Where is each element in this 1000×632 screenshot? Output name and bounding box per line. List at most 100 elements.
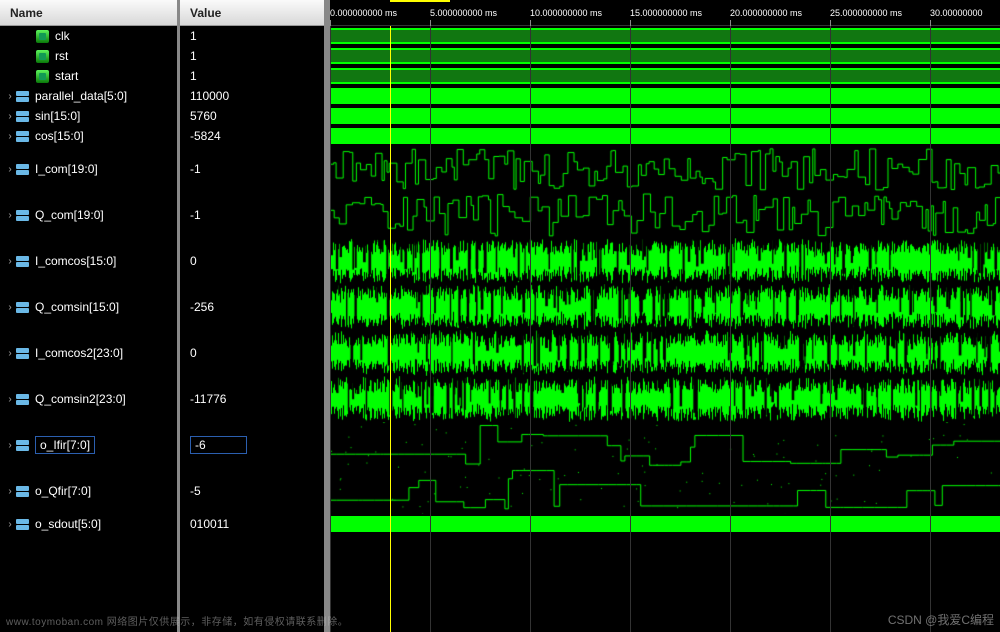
expand-icon[interactable]: › <box>4 394 16 405</box>
signal-name-row[interactable]: › parallel_data[5:0] <box>0 86 177 106</box>
bus-signal-icon <box>16 439 29 452</box>
expand-icon[interactable]: › <box>4 519 16 530</box>
signal-value-row[interactable]: -11776 <box>180 376 324 422</box>
signal-name-row[interactable]: start <box>0 66 177 86</box>
signal-value-label: 010011 <box>190 517 229 531</box>
expand-icon[interactable]: › <box>4 440 16 451</box>
signal-value-label: -6 <box>195 438 206 452</box>
expand-icon[interactable]: › <box>4 302 16 313</box>
signal-value-row[interactable]: 1 <box>180 66 324 86</box>
ruler-tick-label: 30.00000000 <box>930 8 983 18</box>
signal-value-row[interactable]: -6 <box>180 422 324 468</box>
signal-value-label: 1 <box>190 69 197 83</box>
watermark-right: CSDN @我爱C编程 <box>888 611 994 628</box>
expand-icon[interactable]: › <box>4 131 16 142</box>
waveform-panel[interactable]: 0.000000000 ms 5.000000000 ms 10.000000000… <box>330 0 1000 632</box>
signal-value-row[interactable]: 010011 <box>180 514 324 534</box>
signal-value-row[interactable]: -1 <box>180 146 324 192</box>
ruler-tick-label: 25.000000000 ms <box>830 8 902 18</box>
signal-value-row[interactable]: 1 <box>180 46 324 66</box>
bus-signal-icon <box>16 347 29 360</box>
bit-signal-icon <box>36 50 49 63</box>
signal-value-row[interactable]: 0 <box>180 238 324 284</box>
signal-value-label: -1 <box>190 208 201 222</box>
grid-line <box>730 26 731 632</box>
ruler-tick-label: 15.000000000 ms <box>630 8 702 18</box>
signal-name-row[interactable]: › sin[15:0] <box>0 106 177 126</box>
waveform-rows[interactable] <box>330 26 1000 632</box>
bus-signal-icon <box>16 485 29 498</box>
signal-value-label: 110000 <box>190 89 229 103</box>
grid-line <box>830 26 831 632</box>
expand-icon[interactable]: › <box>4 91 16 102</box>
signal-name-label: Q_comsin2[23:0] <box>35 392 126 406</box>
signal-name-row[interactable]: rst <box>0 46 177 66</box>
expand-icon[interactable]: › <box>4 348 16 359</box>
expand-icon[interactable]: › <box>4 486 16 497</box>
signal-name-label: start <box>55 69 78 83</box>
signal-name-label: o_sdout[5:0] <box>35 517 101 531</box>
expand-icon[interactable]: › <box>4 210 16 221</box>
expand-icon[interactable]: › <box>4 111 16 122</box>
signal-value-row[interactable]: -5 <box>180 468 324 514</box>
signal-name-label: Q_com[19:0] <box>35 208 104 222</box>
signal-name-row[interactable]: clk <box>0 26 177 46</box>
signal-name-row[interactable]: › I_com[19:0] <box>0 146 177 192</box>
signal-name-label: I_com[19:0] <box>35 162 98 176</box>
signal-name-row[interactable]: ›I_comcos2[23:0] <box>0 330 177 376</box>
ruler-tick-label: 5.000000000 ms <box>430 8 497 18</box>
bus-signal-icon <box>16 301 29 314</box>
ruler-tick-label: 10.000000000 ms <box>530 8 602 18</box>
signal-name-row[interactable]: › I_comcos[15:0] <box>0 238 177 284</box>
bus-signal-icon <box>16 163 29 176</box>
signal-name-label: clk <box>55 29 70 43</box>
time-cursor[interactable] <box>390 26 391 632</box>
signal-name-row[interactable]: › o_Ifir[7:0] <box>0 422 177 468</box>
signal-value-label: 1 <box>190 29 197 43</box>
signal-name-row[interactable]: ›o_Qfir[7:0] <box>0 468 177 514</box>
signal-value-label: 0 <box>190 254 197 268</box>
ruler-tick-label: 20.000000000 ms <box>730 8 802 18</box>
ruler-tick-label: 0.000000000 ms <box>330 8 397 18</box>
bit-signal-icon <box>36 30 49 43</box>
bus-signal-icon <box>16 393 29 406</box>
signal-name-row[interactable]: ›Q_comsin[15:0] <box>0 284 177 330</box>
signal-name-label: I_comcos[15:0] <box>35 254 116 268</box>
signal-value-row[interactable]: 5760 <box>180 106 324 126</box>
name-rows: clk rst start › parallel_data[5:0] › sin[15:0]… <box>0 26 177 632</box>
signal-name-row[interactable]: › Q_comsin2[23:0] <box>0 376 177 422</box>
signal-name-row[interactable]: › o_sdout[5:0] <box>0 514 177 534</box>
signal-name-label: cos[15:0] <box>35 129 84 143</box>
signal-name-label: rst <box>55 49 68 63</box>
signal-value-row[interactable]: 1 <box>180 26 324 46</box>
signal-value-label: 5760 <box>190 109 217 123</box>
time-ruler[interactable]: 0.000000000 ms 5.000000000 ms 10.000000000… <box>330 0 1000 26</box>
bus-signal-icon <box>16 110 29 123</box>
signal-value-label: -11776 <box>190 392 226 406</box>
signal-name-label: parallel_data[5:0] <box>35 89 127 103</box>
signal-name-row[interactable]: › cos[15:0] <box>0 126 177 146</box>
expand-icon[interactable]: › <box>4 164 16 175</box>
name-panel: Name clk rst start › parallel_data[5:0] › sin[… <box>0 0 180 632</box>
signal-value-label: -5 <box>190 484 201 498</box>
signal-value-row[interactable]: -256 <box>180 284 324 330</box>
bus-signal-icon <box>16 255 29 268</box>
signal-value-row[interactable]: 110000 <box>180 86 324 106</box>
grid-line <box>330 26 331 632</box>
watermark-left: www.toymoban.com 网络图片仅供展示，非存储，如有侵权请联系删除。 <box>6 613 348 628</box>
signal-name-row[interactable]: › Q_com[19:0] <box>0 192 177 238</box>
signal-value-row[interactable]: -1 <box>180 192 324 238</box>
value-panel: Value 1111100005760-5824-1-10-2560-11776… <box>180 0 330 632</box>
name-header: Name <box>0 0 177 26</box>
signal-value-row[interactable]: -5824 <box>180 126 324 146</box>
bus-signal-icon <box>16 209 29 222</box>
bit-signal-icon <box>36 70 49 83</box>
expand-icon[interactable]: › <box>4 256 16 267</box>
signal-value-row[interactable]: 0 <box>180 330 324 376</box>
grid-line <box>630 26 631 632</box>
grid-line <box>430 26 431 632</box>
signal-name-label: o_Ifir[7:0] <box>40 438 90 452</box>
bus-signal-icon <box>16 130 29 143</box>
signal-name-label: sin[15:0] <box>35 109 80 123</box>
signal-value-label: 0 <box>190 346 197 360</box>
